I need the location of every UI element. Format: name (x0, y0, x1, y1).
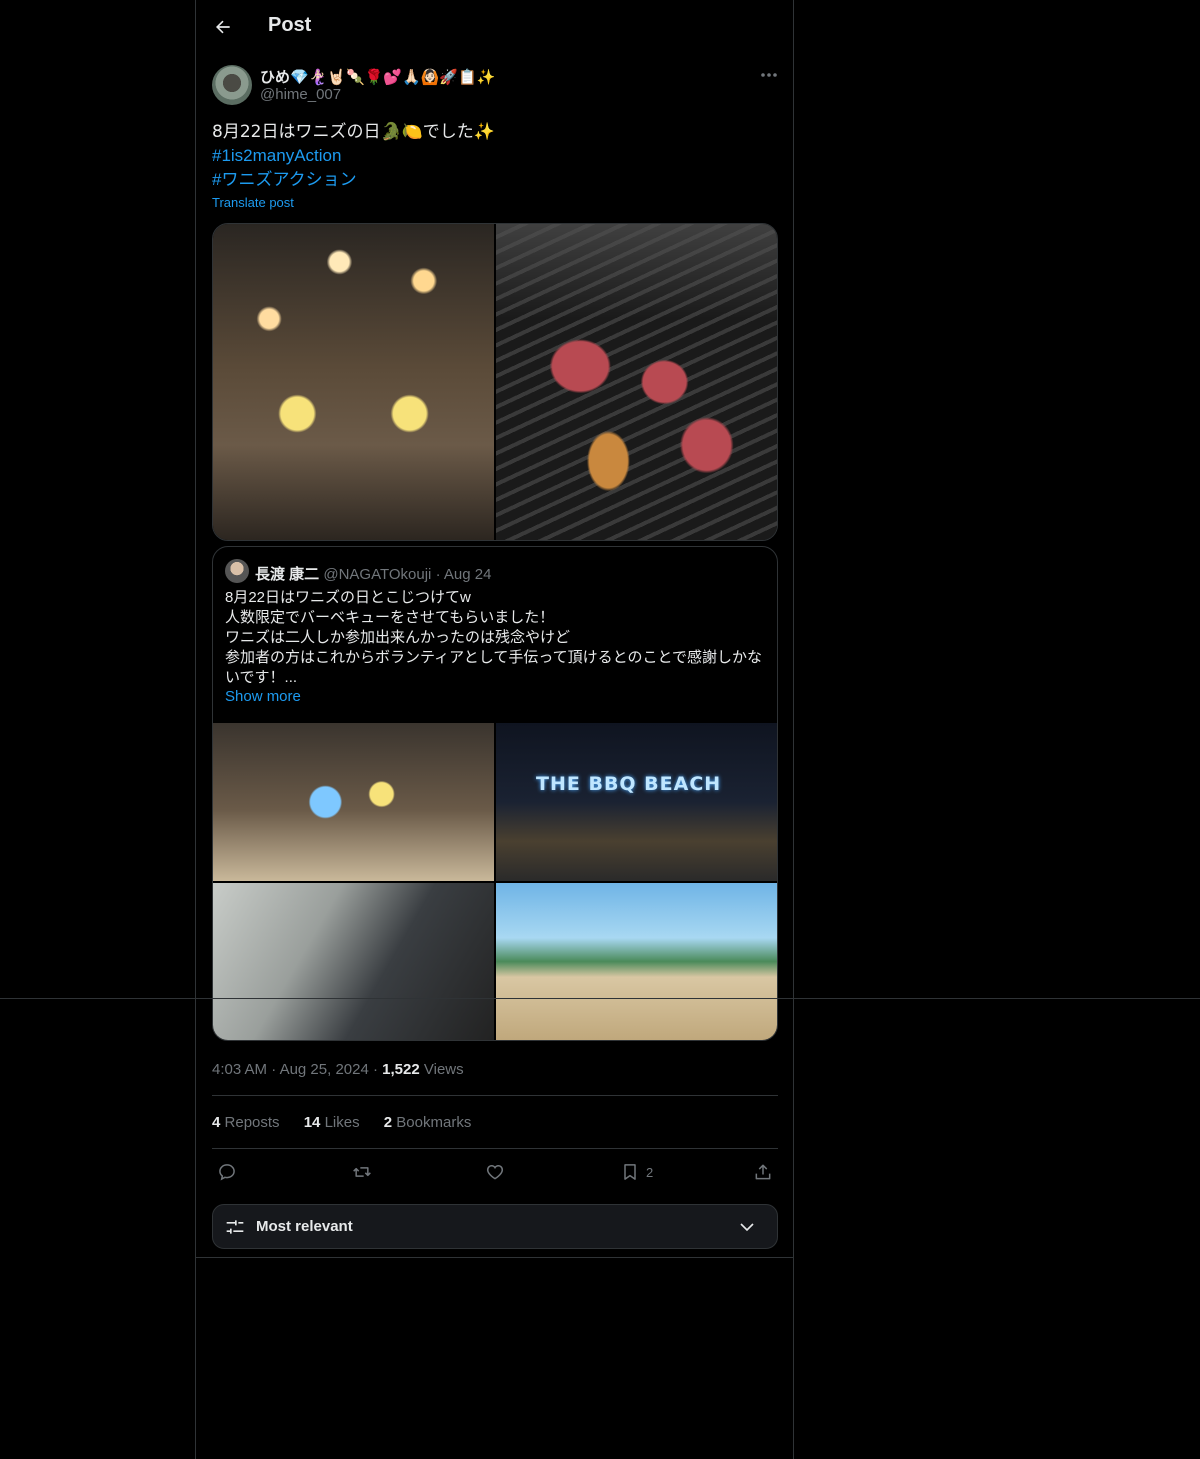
chevron-down-icon (740, 1223, 754, 1232)
quoted-header: 長渡 康二 @NAGATOkouji · Aug 24 (255, 563, 491, 584)
avatar[interactable] (212, 65, 252, 105)
likes-stat[interactable]: 14 Likes (304, 1114, 360, 1131)
bookmark-icon (624, 1164, 636, 1180)
post-media-grid (212, 223, 778, 541)
bookmark-count: 2 (646, 1164, 654, 1180)
share-button[interactable] (753, 1161, 773, 1183)
sliders-icon (226, 1220, 244, 1234)
quoted-author-name: 長渡 康二 (255, 566, 320, 583)
quoted-media-grid: THE BBQ BEACH (213, 723, 777, 1040)
back-button[interactable] (208, 12, 238, 42)
reposts-count: 4 (212, 1114, 221, 1131)
divider (196, 1257, 793, 1258)
quoted-photo-sign[interactable]: THE BBQ BEACH (496, 723, 777, 881)
quoted-avatar (225, 559, 249, 583)
hashtag-link[interactable]: #1is2manyAction (212, 144, 495, 168)
share-icon (755, 1164, 771, 1180)
post-text-line: 8月22日はワニズの日🐊🍋でした✨ (212, 122, 495, 142)
quoted-photo-grilling[interactable] (213, 882, 494, 1040)
more-horizontal-icon (761, 73, 777, 77)
reposts-label: Reposts (224, 1114, 280, 1131)
post-stats: 4 Reposts 14 Likes 2 Bookmarks (212, 1114, 491, 1131)
post-photo-party[interactable] (213, 224, 494, 540)
post-photo-grill[interactable] (496, 224, 777, 540)
more-options-button[interactable] (756, 64, 782, 86)
separator-dot: · (435, 566, 441, 583)
post-time[interactable]: 4:03 AM (212, 1061, 267, 1078)
divider (212, 1095, 778, 1096)
arrow-left-icon (216, 20, 230, 34)
page-title: Post (268, 14, 312, 36)
quoted-text: 8月22日はワニズの日とこじつけてw 人数限定でバーベキューをさせてもらいました… (225, 588, 770, 688)
translate-post-link[interactable]: Translate post (212, 195, 294, 210)
quoted-post[interactable]: 長渡 康二 @NAGATOkouji · Aug 24 8月22日はワニズの日と… (212, 546, 778, 1041)
quoted-text-line: 人数限定でバーベキューをさせてもらいました！ (225, 609, 555, 626)
quoted-text-line: ワニズは二人しか参加出来んかったのは残念やけど (225, 629, 571, 646)
reply-button[interactable] (217, 1161, 237, 1183)
author-handle[interactable]: @hime_007 (260, 86, 341, 103)
likes-count: 14 (303, 1114, 321, 1131)
repost-button[interactable] (351, 1161, 373, 1183)
author-display-name[interactable]: ひめ💎🧜🏻‍♀️🤘🏻🍡🌹💕🙏🏻🙆🏻🚀📋✨ (260, 66, 495, 87)
quoted-author-handle: @NAGATOkouji (323, 566, 432, 583)
bookmarks-count: 2 (383, 1114, 393, 1131)
post-text: 8月22日はワニズの日🐊🍋でした✨ #1is2manyAction #ワニズアク… (212, 120, 495, 192)
sort-replies-dropdown[interactable]: Most relevant (212, 1204, 778, 1249)
quoted-text-line: いです！... (225, 669, 298, 686)
views-count: 1,522 (382, 1061, 420, 1078)
like-button[interactable] (485, 1161, 505, 1183)
main-column: Post ひめ💎🧜🏻‍♀️🤘🏻🍡🌹💕🙏🏻🙆🏻🚀📋✨ @hime_007 8月22… (195, 0, 794, 1459)
bookmark-button[interactable]: 2 (620, 1161, 653, 1183)
bookmarks-label: Bookmarks (396, 1114, 472, 1131)
bbq-beach-sign: THE BBQ BEACH (536, 773, 722, 795)
post-date[interactable]: Aug 25, 2024 (280, 1061, 369, 1078)
quoted-text-line: 参加者の方はこれからボランティアとして手伝って頂けるとのことで感謝しかな (225, 649, 763, 666)
repost-icon (353, 1167, 371, 1177)
bookmarks-stat[interactable]: 2 Bookmarks (384, 1114, 472, 1131)
hashtag-link[interactable]: #ワニズアクション (212, 168, 495, 192)
quoted-date: Aug 24 (443, 566, 492, 583)
show-more-link[interactable]: Show more (225, 688, 301, 705)
quoted-photo-group[interactable] (213, 723, 494, 881)
post-timestamp: 4:03 AM · Aug 25, 2024 · 1,522 Views (212, 1061, 464, 1078)
views-label: Views (423, 1061, 464, 1078)
reposts-stat[interactable]: 4 Reposts (212, 1114, 280, 1131)
divider (212, 1148, 778, 1149)
separator-dot: · (372, 1061, 383, 1078)
quoted-photo-beach[interactable] (496, 882, 777, 1040)
heart-icon (486, 1164, 504, 1180)
reply-icon (219, 1164, 235, 1181)
horizontal-guide-line (0, 998, 1200, 999)
quoted-text-line: 8月22日はワニズの日とこじつけてw (225, 589, 471, 606)
likes-label: Likes (324, 1114, 360, 1131)
separator-dot: · (271, 1061, 280, 1078)
sort-label: Most relevant (256, 1218, 353, 1235)
